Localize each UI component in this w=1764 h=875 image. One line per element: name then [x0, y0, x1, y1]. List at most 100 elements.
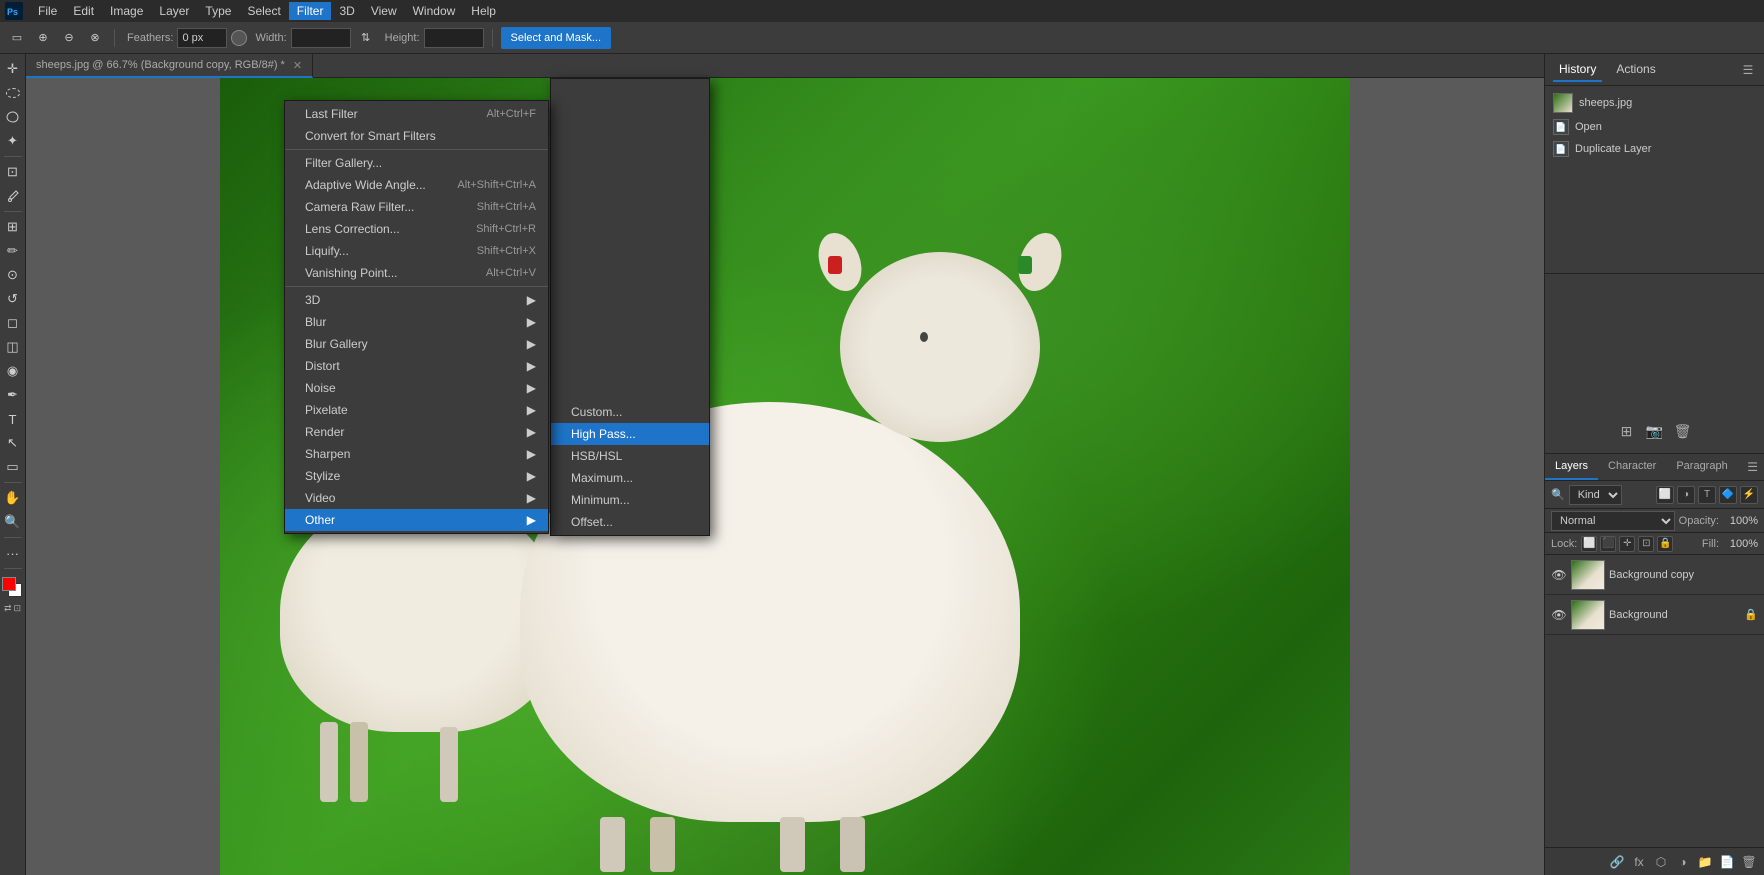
tool-clone[interactable]: ⊙: [2, 264, 24, 286]
select-mask-button[interactable]: Select and Mask...: [501, 27, 612, 49]
feathers-input[interactable]: [177, 28, 227, 48]
menu-view[interactable]: View: [363, 2, 405, 20]
tool-crop[interactable]: ⊡: [2, 161, 24, 183]
tool-brush[interactable]: ✏: [2, 240, 24, 262]
tool-patch[interactable]: ⊞: [2, 216, 24, 238]
panel-btn-1[interactable]: ⊞: [1617, 421, 1637, 441]
swap-btn[interactable]: ⇅: [355, 27, 377, 49]
other-hsb-hsl[interactable]: HSB/HSL: [551, 445, 709, 467]
tool-more[interactable]: ···: [2, 542, 24, 564]
other-offset[interactable]: Offset...: [551, 511, 709, 533]
menu-edit[interactable]: Edit: [65, 2, 102, 20]
layer-filter-select[interactable]: Kind: [1569, 485, 1622, 505]
tool-gradient[interactable]: ◫: [2, 336, 24, 358]
filter-icon-smart[interactable]: ⚡: [1740, 486, 1758, 504]
tool-mode-btn4[interactable]: ⊗: [84, 27, 106, 49]
tool-hand[interactable]: ✋: [2, 487, 24, 509]
tool-marquee[interactable]: [2, 82, 24, 104]
tool-mode-rect[interactable]: ▭: [6, 27, 28, 49]
lock-all-icon[interactable]: 🔒: [1657, 536, 1673, 552]
filter-adaptive-wide[interactable]: Adaptive Wide Angle... Alt+Shift+Ctrl+A: [285, 174, 548, 196]
tool-history-brush[interactable]: ↺: [2, 288, 24, 310]
history-tab[interactable]: History: [1553, 58, 1602, 82]
filter-video[interactable]: Video ▶: [285, 487, 548, 509]
new-group-btn[interactable]: 📁: [1696, 853, 1714, 871]
filter-camera-raw[interactable]: Camera Raw Filter... Shift+Ctrl+A: [285, 196, 548, 218]
menu-help[interactable]: Help: [463, 2, 504, 20]
layer-bg-copy-visibility[interactable]: 👁: [1551, 567, 1567, 583]
tool-eraser[interactable]: ◻: [2, 312, 24, 334]
link-layers-btn[interactable]: 🔗: [1608, 853, 1626, 871]
filter-stylize[interactable]: Stylize ▶: [285, 465, 548, 487]
filter-icon-type[interactable]: T: [1698, 486, 1716, 504]
tool-shape[interactable]: ▭: [2, 456, 24, 478]
filter-gallery[interactable]: Filter Gallery...: [285, 152, 548, 174]
paragraph-tab[interactable]: Paragraph: [1666, 454, 1737, 480]
menu-select[interactable]: Select: [239, 2, 288, 20]
tool-path-select[interactable]: ↖: [2, 432, 24, 454]
filter-icon-pixel[interactable]: ⬜: [1656, 486, 1674, 504]
panel-btn-3[interactable]: 🗑: [1673, 421, 1693, 441]
other-custom[interactable]: Custom...: [551, 401, 709, 423]
menu-3d[interactable]: 3D: [331, 2, 362, 20]
filter-blur[interactable]: Blur ▶: [285, 311, 548, 333]
tool-eyedropper[interactable]: [2, 185, 24, 207]
layer-background-copy[interactable]: 👁 Background copy: [1545, 555, 1764, 595]
lock-artboard-icon[interactable]: ⊡: [1638, 536, 1654, 552]
tool-pen[interactable]: ✒: [2, 384, 24, 406]
blend-mode-select[interactable]: Normal: [1551, 511, 1675, 531]
tool-mode-btn3[interactable]: ⊖: [58, 27, 80, 49]
filter-icon-adjust[interactable]: ◑: [1677, 486, 1695, 504]
filter-sharpen[interactable]: Sharpen ▶: [285, 443, 548, 465]
filter-vanishing-point[interactable]: Vanishing Point... Alt+Ctrl+V: [285, 262, 548, 284]
add-style-btn[interactable]: fx: [1630, 853, 1648, 871]
filter-render[interactable]: Render ▶: [285, 421, 548, 443]
anti-alias-btn[interactable]: [231, 30, 247, 46]
character-tab[interactable]: Character: [1598, 454, 1666, 480]
add-mask-btn[interactable]: ⬡: [1652, 853, 1670, 871]
menu-filter[interactable]: Filter: [289, 2, 332, 20]
actions-tab[interactable]: Actions: [1610, 58, 1661, 82]
filter-3d[interactable]: 3D ▶: [285, 289, 548, 311]
history-open-item[interactable]: 📄 Open: [1545, 116, 1764, 138]
tool-zoom[interactable]: 🔍: [2, 511, 24, 533]
document-close[interactable]: ✕: [293, 59, 302, 72]
filter-other[interactable]: Other ▶: [285, 509, 548, 531]
height-input[interactable]: [424, 28, 484, 48]
document-tab[interactable]: sheeps.jpg @ 66.7% (Background copy, RGB…: [26, 54, 313, 78]
layers-tab[interactable]: Layers: [1545, 454, 1598, 480]
other-maximum[interactable]: Maximum...: [551, 467, 709, 489]
menu-window[interactable]: Window: [405, 2, 464, 20]
tool-dodge[interactable]: ◉: [2, 360, 24, 382]
filter-pixelate[interactable]: Pixelate ▶: [285, 399, 548, 421]
menu-file[interactable]: File: [30, 2, 65, 20]
foreground-color-swatch[interactable]: [2, 577, 16, 591]
filter-lens-correction[interactable]: Lens Correction... Shift+Ctrl+R: [285, 218, 548, 240]
lock-gradient-icon[interactable]: ⬛: [1600, 536, 1616, 552]
menu-layer[interactable]: Layer: [151, 2, 197, 20]
filter-last-filter[interactable]: Last Filter Alt+Ctrl+F: [285, 103, 548, 125]
lock-move-icon[interactable]: ✛: [1619, 536, 1635, 552]
layer-bg-visibility[interactable]: 👁: [1551, 607, 1567, 623]
layers-panel-menu-icon[interactable]: ☰: [1747, 460, 1758, 474]
delete-layer-btn[interactable]: 🗑: [1740, 853, 1758, 871]
width-input[interactable]: [291, 28, 351, 48]
lock-pixel-icon[interactable]: ⬜: [1581, 536, 1597, 552]
tool-magic-wand[interactable]: ✦: [2, 130, 24, 152]
filter-noise[interactable]: Noise ▶: [285, 377, 548, 399]
panel-btn-2[interactable]: 📷: [1645, 421, 1665, 441]
history-filename-item[interactable]: sheeps.jpg: [1545, 90, 1764, 116]
filter-convert-smart[interactable]: Convert for Smart Filters: [285, 125, 548, 147]
filter-distort[interactable]: Distort ▶: [285, 355, 548, 377]
new-layer-btn[interactable]: 📄: [1718, 853, 1736, 871]
history-duplicate-layer-item[interactable]: 📄 Duplicate Layer: [1545, 138, 1764, 160]
other-high-pass[interactable]: High Pass...: [551, 423, 709, 445]
other-minimum[interactable]: Minimum...: [551, 489, 709, 511]
history-panel-menu-icon[interactable]: ☰: [1740, 62, 1756, 78]
new-fill-btn[interactable]: ◑: [1674, 853, 1692, 871]
filter-icon-shape[interactable]: 🔷: [1719, 486, 1737, 504]
filter-liquify[interactable]: Liquify... Shift+Ctrl+X: [285, 240, 548, 262]
tool-text[interactable]: T: [2, 408, 24, 430]
filter-blur-gallery[interactable]: Blur Gallery ▶: [285, 333, 548, 355]
menu-type[interactable]: Type: [197, 2, 239, 20]
